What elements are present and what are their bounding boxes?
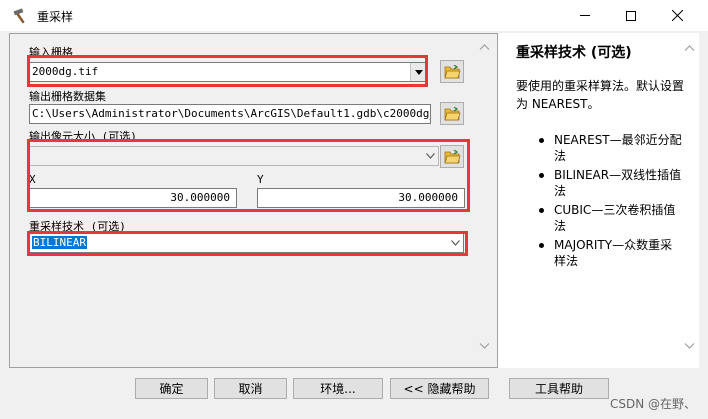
cell-size-label: 输出像元大小 (可选) — [29, 130, 137, 143]
cell-size-dropdown-button[interactable] — [422, 147, 438, 165]
chevron-down-icon — [425, 153, 435, 159]
technique-combo[interactable]: BILINEAR — [29, 233, 464, 253]
output-raster-input[interactable]: C:\Users\Administrator\Documents\ArcGIS\… — [29, 104, 431, 124]
technique-value: BILINEAR — [32, 236, 87, 249]
help-scroll-down-icon[interactable] — [684, 340, 695, 351]
scroll-down-icon[interactable] — [479, 340, 490, 351]
help-technique-list: NEAREST—最邻近分配法 BILINEAR—双线性插值法 CUBIC—三次卷… — [539, 132, 684, 272]
output-raster-browse-button[interactable] — [440, 102, 464, 125]
window-title: 重采样 — [37, 10, 74, 24]
title-bar[interactable]: 重采样 — [0, 0, 708, 31]
help-list-item: CUBIC—三次卷积插值法 — [539, 202, 684, 234]
environments-button[interactable]: 环境... — [293, 378, 383, 399]
form-scrollbar[interactable] — [476, 38, 493, 360]
scroll-up-icon[interactable] — [479, 42, 490, 53]
technique-dropdown-button[interactable] — [447, 234, 463, 252]
minimize-icon — [580, 15, 590, 16]
input-raster-browse-button[interactable] — [440, 60, 464, 83]
help-list-item: MAJORITY—众数重采样法 — [539, 237, 684, 269]
cell-size-x-label: X — [29, 173, 36, 186]
technique-label: 重采样技术 (可选) — [29, 220, 126, 233]
open-folder-icon — [443, 149, 461, 163]
help-list-item: NEAREST—最邻近分配法 — [539, 132, 684, 164]
tool-help-button[interactable]: 工具帮助 — [509, 378, 609, 399]
maximize-button[interactable] — [608, 0, 654, 31]
output-raster-label: 输出栅格数据集 — [29, 90, 106, 103]
cell-size-y-label: Y — [257, 173, 264, 186]
help-description: 要使用的重采样算法。默认设置为 NEAREST。 — [516, 79, 685, 111]
input-raster-dropdown-button[interactable] — [410, 63, 426, 81]
input-raster-value: 2000dg.tif — [32, 65, 99, 78]
open-folder-icon — [443, 106, 461, 120]
minimize-button[interactable] — [562, 0, 608, 31]
cell-size-combo[interactable] — [29, 146, 439, 166]
maximize-icon — [626, 10, 636, 21]
dialog-button-row: 确定 取消 环境... << 隐藏帮助 工具帮助 — [0, 368, 708, 419]
input-raster-combo[interactable]: 2000dg.tif — [29, 62, 427, 82]
close-button[interactable] — [654, 0, 700, 31]
chevron-down-icon — [450, 240, 460, 246]
ok-button[interactable]: 确定 — [135, 378, 208, 399]
cell-size-browse-button[interactable] — [440, 145, 464, 168]
chevron-down-icon — [414, 69, 423, 75]
cell-size-x-input[interactable]: 30.000000 — [29, 188, 237, 208]
watermark: CSDN @在野、 — [610, 397, 697, 411]
hammer-icon — [13, 8, 25, 24]
help-scroll-up-icon[interactable] — [684, 43, 695, 54]
hide-help-button[interactable]: << 隐藏帮助 — [390, 378, 489, 399]
close-icon — [671, 10, 683, 21]
input-raster-label: 输入栅格 — [29, 46, 73, 59]
cancel-button[interactable]: 取消 — [214, 378, 287, 399]
open-folder-icon — [443, 64, 461, 78]
help-list-item: BILINEAR—双线性插值法 — [539, 167, 684, 199]
help-panel: 重采样技术 (可选) 要使用的重采样算法。默认设置为 NEAREST。 NEAR… — [497, 33, 699, 368]
help-title: 重采样技术 (可选) — [516, 45, 632, 61]
cell-size-y-input[interactable]: 30.000000 — [257, 188, 465, 208]
